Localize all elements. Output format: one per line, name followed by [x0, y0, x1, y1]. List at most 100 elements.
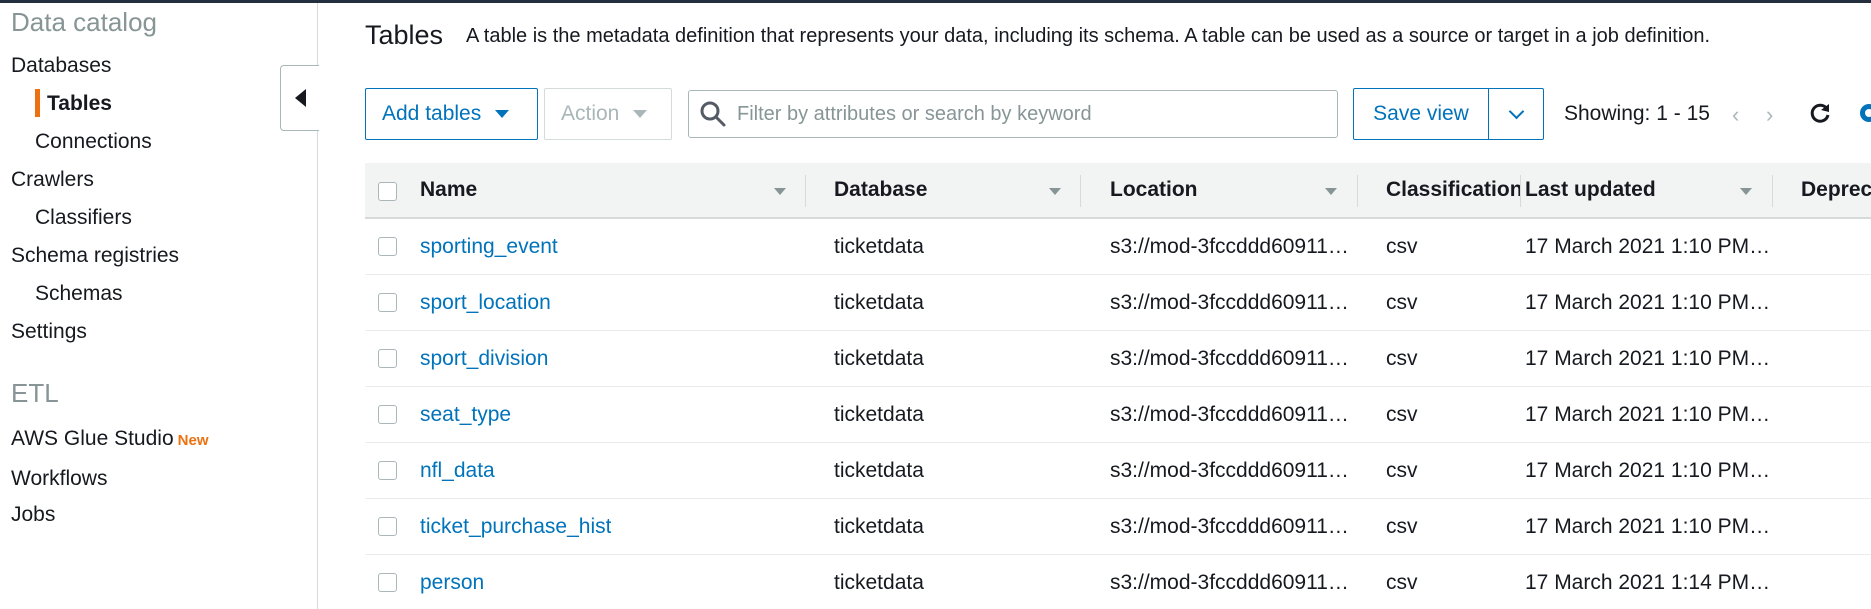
table-row: ticket_purchase_hist ticketdata s3://mod… — [365, 499, 1871, 555]
sidebar-item-databases[interactable]: Databases — [11, 54, 111, 78]
sidebar-item-crawlers[interactable]: Crawlers — [11, 168, 94, 192]
location-cell: s3://mod-3fccddd60911… — [1110, 291, 1349, 314]
last-updated-cell: 17 March 2021 1:10 PM… — [1525, 291, 1771, 314]
sidebar-item-tables[interactable]: Tables — [47, 92, 112, 116]
classification-cell: csv — [1386, 235, 1418, 258]
sidebar-item-label: AWS Glue Studio — [11, 427, 174, 450]
table-row: sport_location ticketdata s3://mod-3fccd… — [365, 275, 1871, 331]
database-cell: ticketdata — [834, 403, 924, 426]
collapse-sidebar-button[interactable] — [280, 65, 319, 131]
row-checkbox[interactable] — [378, 461, 397, 480]
sidebar-item-classifiers[interactable]: Classifiers — [35, 206, 132, 230]
last-updated-cell: 17 March 2021 1:10 PM… — [1525, 459, 1771, 482]
table-row: person ticketdata s3://mod-3fccddd60911…… — [365, 555, 1871, 609]
new-badge: New — [177, 432, 209, 449]
column-header-name[interactable]: Name — [420, 163, 720, 217]
table-name-link[interactable]: person — [420, 555, 484, 609]
row-checkbox[interactable] — [378, 517, 397, 536]
previous-page-icon[interactable]: ‹ — [1732, 102, 1739, 128]
table-name-link[interactable]: sport_location — [420, 275, 551, 331]
sidebar-item-connections[interactable]: Connections — [35, 130, 152, 154]
row-checkbox[interactable] — [378, 573, 397, 592]
sidebar-heading-etl: ETL — [11, 378, 59, 408]
classification-cell: csv — [1386, 291, 1418, 314]
add-tables-button[interactable]: Add tables — [365, 88, 538, 140]
next-page-icon[interactable]: › — [1766, 102, 1773, 128]
sort-caret-icon[interactable] — [1325, 188, 1337, 195]
database-cell: ticketdata — [834, 515, 924, 538]
table-name-link[interactable]: nfl_data — [420, 443, 495, 499]
row-checkbox[interactable] — [378, 237, 397, 256]
table-row: sporting_event ticketdata s3://mod-3fccd… — [365, 219, 1871, 275]
location-cell: s3://mod-3fccddd60911… — [1110, 347, 1349, 370]
row-checkbox[interactable] — [378, 349, 397, 368]
database-cell: ticketdata — [834, 235, 924, 258]
table-name-link[interactable]: ticket_purchase_hist — [420, 499, 611, 555]
gear-icon[interactable] — [1856, 100, 1871, 126]
location-cell: s3://mod-3fccddd60911… — [1110, 459, 1349, 482]
database-cell: ticketdata — [834, 291, 924, 314]
table-name-link[interactable]: seat_type — [420, 387, 511, 443]
column-header-classification[interactable]: Classification — [1386, 163, 1520, 217]
table-header-row: Name Database Location Classification La… — [365, 163, 1871, 219]
caret-left-icon — [294, 89, 306, 107]
column-divider[interactable] — [1357, 175, 1358, 207]
database-cell: ticketdata — [834, 459, 924, 482]
pagination-status: Showing: 1 - 15 — [1564, 102, 1710, 125]
page-title: Tables — [365, 20, 444, 50]
save-view-dropdown-button[interactable] — [1488, 88, 1544, 140]
sidebar-item-schema-registries[interactable]: Schema registries — [11, 244, 179, 268]
select-all-checkbox[interactable] — [378, 182, 397, 201]
search-input[interactable] — [737, 102, 1297, 126]
location-cell: s3://mod-3fccddd60911… — [1110, 515, 1349, 538]
last-updated-cell: 17 March 2021 1:10 PM… — [1525, 347, 1771, 370]
sidebar-heading-data-catalog: Data catalog — [11, 7, 157, 37]
save-view-label: Save view — [1373, 102, 1469, 125]
classification-cell: csv — [1386, 347, 1418, 370]
caret-down-icon — [633, 110, 648, 118]
sidebar-item-settings[interactable]: Settings — [11, 320, 87, 344]
column-divider[interactable] — [1772, 175, 1773, 207]
location-cell: s3://mod-3fccddd60911… — [1110, 235, 1349, 258]
classification-cell: csv — [1386, 515, 1418, 538]
search-field[interactable] — [688, 90, 1338, 138]
column-header-database[interactable]: Database — [834, 163, 1034, 217]
add-tables-label: Add tables — [382, 102, 482, 125]
classification-cell: csv — [1386, 403, 1418, 426]
row-checkbox[interactable] — [378, 405, 397, 424]
sort-caret-icon[interactable] — [774, 188, 786, 195]
tables-table: Name Database Location Classification La… — [365, 163, 1871, 609]
column-header-location[interactable]: Location — [1110, 163, 1310, 217]
last-updated-cell: 17 March 2021 1:10 PM… — [1525, 235, 1771, 258]
location-cell: s3://mod-3fccddd60911… — [1110, 403, 1349, 426]
refresh-icon[interactable] — [1808, 101, 1832, 125]
sidebar-item-jobs[interactable]: Jobs — [11, 503, 55, 527]
database-cell: ticketdata — [834, 571, 924, 594]
table-name-link[interactable]: sporting_event — [420, 219, 558, 275]
column-divider[interactable] — [1520, 175, 1521, 207]
sort-caret-icon[interactable] — [1740, 188, 1752, 195]
column-header-deprecated[interactable]: Deprecated — [1801, 163, 1871, 217]
table-row: sport_division ticketdata s3://mod-3fccd… — [365, 331, 1871, 387]
sidebar-item-workflows[interactable]: Workflows — [11, 467, 107, 491]
sidebar-nav: Data catalog Databases Tables Connection… — [0, 3, 318, 609]
column-divider[interactable] — [805, 175, 806, 207]
sort-caret-icon[interactable] — [1049, 188, 1061, 195]
row-checkbox[interactable] — [378, 293, 397, 312]
table-name-link[interactable]: sport_division — [420, 331, 548, 387]
last-updated-cell: 17 March 2021 1:10 PM… — [1525, 515, 1771, 538]
active-item-indicator — [35, 89, 40, 117]
chevron-down-icon — [1508, 103, 1524, 119]
action-label: Action — [561, 102, 620, 125]
last-updated-cell: 17 March 2021 1:10 PM… — [1525, 403, 1771, 426]
table-row: seat_type ticketdata s3://mod-3fccddd609… — [365, 387, 1871, 443]
action-button[interactable]: Action — [544, 88, 672, 140]
location-cell: s3://mod-3fccddd60911… — [1110, 571, 1349, 594]
page-description: A table is the metadata definition that … — [466, 25, 1711, 47]
column-divider[interactable] — [1080, 175, 1081, 207]
column-header-last-updated[interactable]: Last updated — [1525, 163, 1725, 217]
last-updated-cell: 17 March 2021 1:14 PM… — [1525, 571, 1771, 594]
sidebar-item-schemas[interactable]: Schemas — [35, 282, 123, 306]
save-view-button[interactable]: Save view — [1353, 88, 1489, 140]
sidebar-item-aws-glue-studio[interactable]: AWS Glue Studio New — [11, 427, 208, 451]
